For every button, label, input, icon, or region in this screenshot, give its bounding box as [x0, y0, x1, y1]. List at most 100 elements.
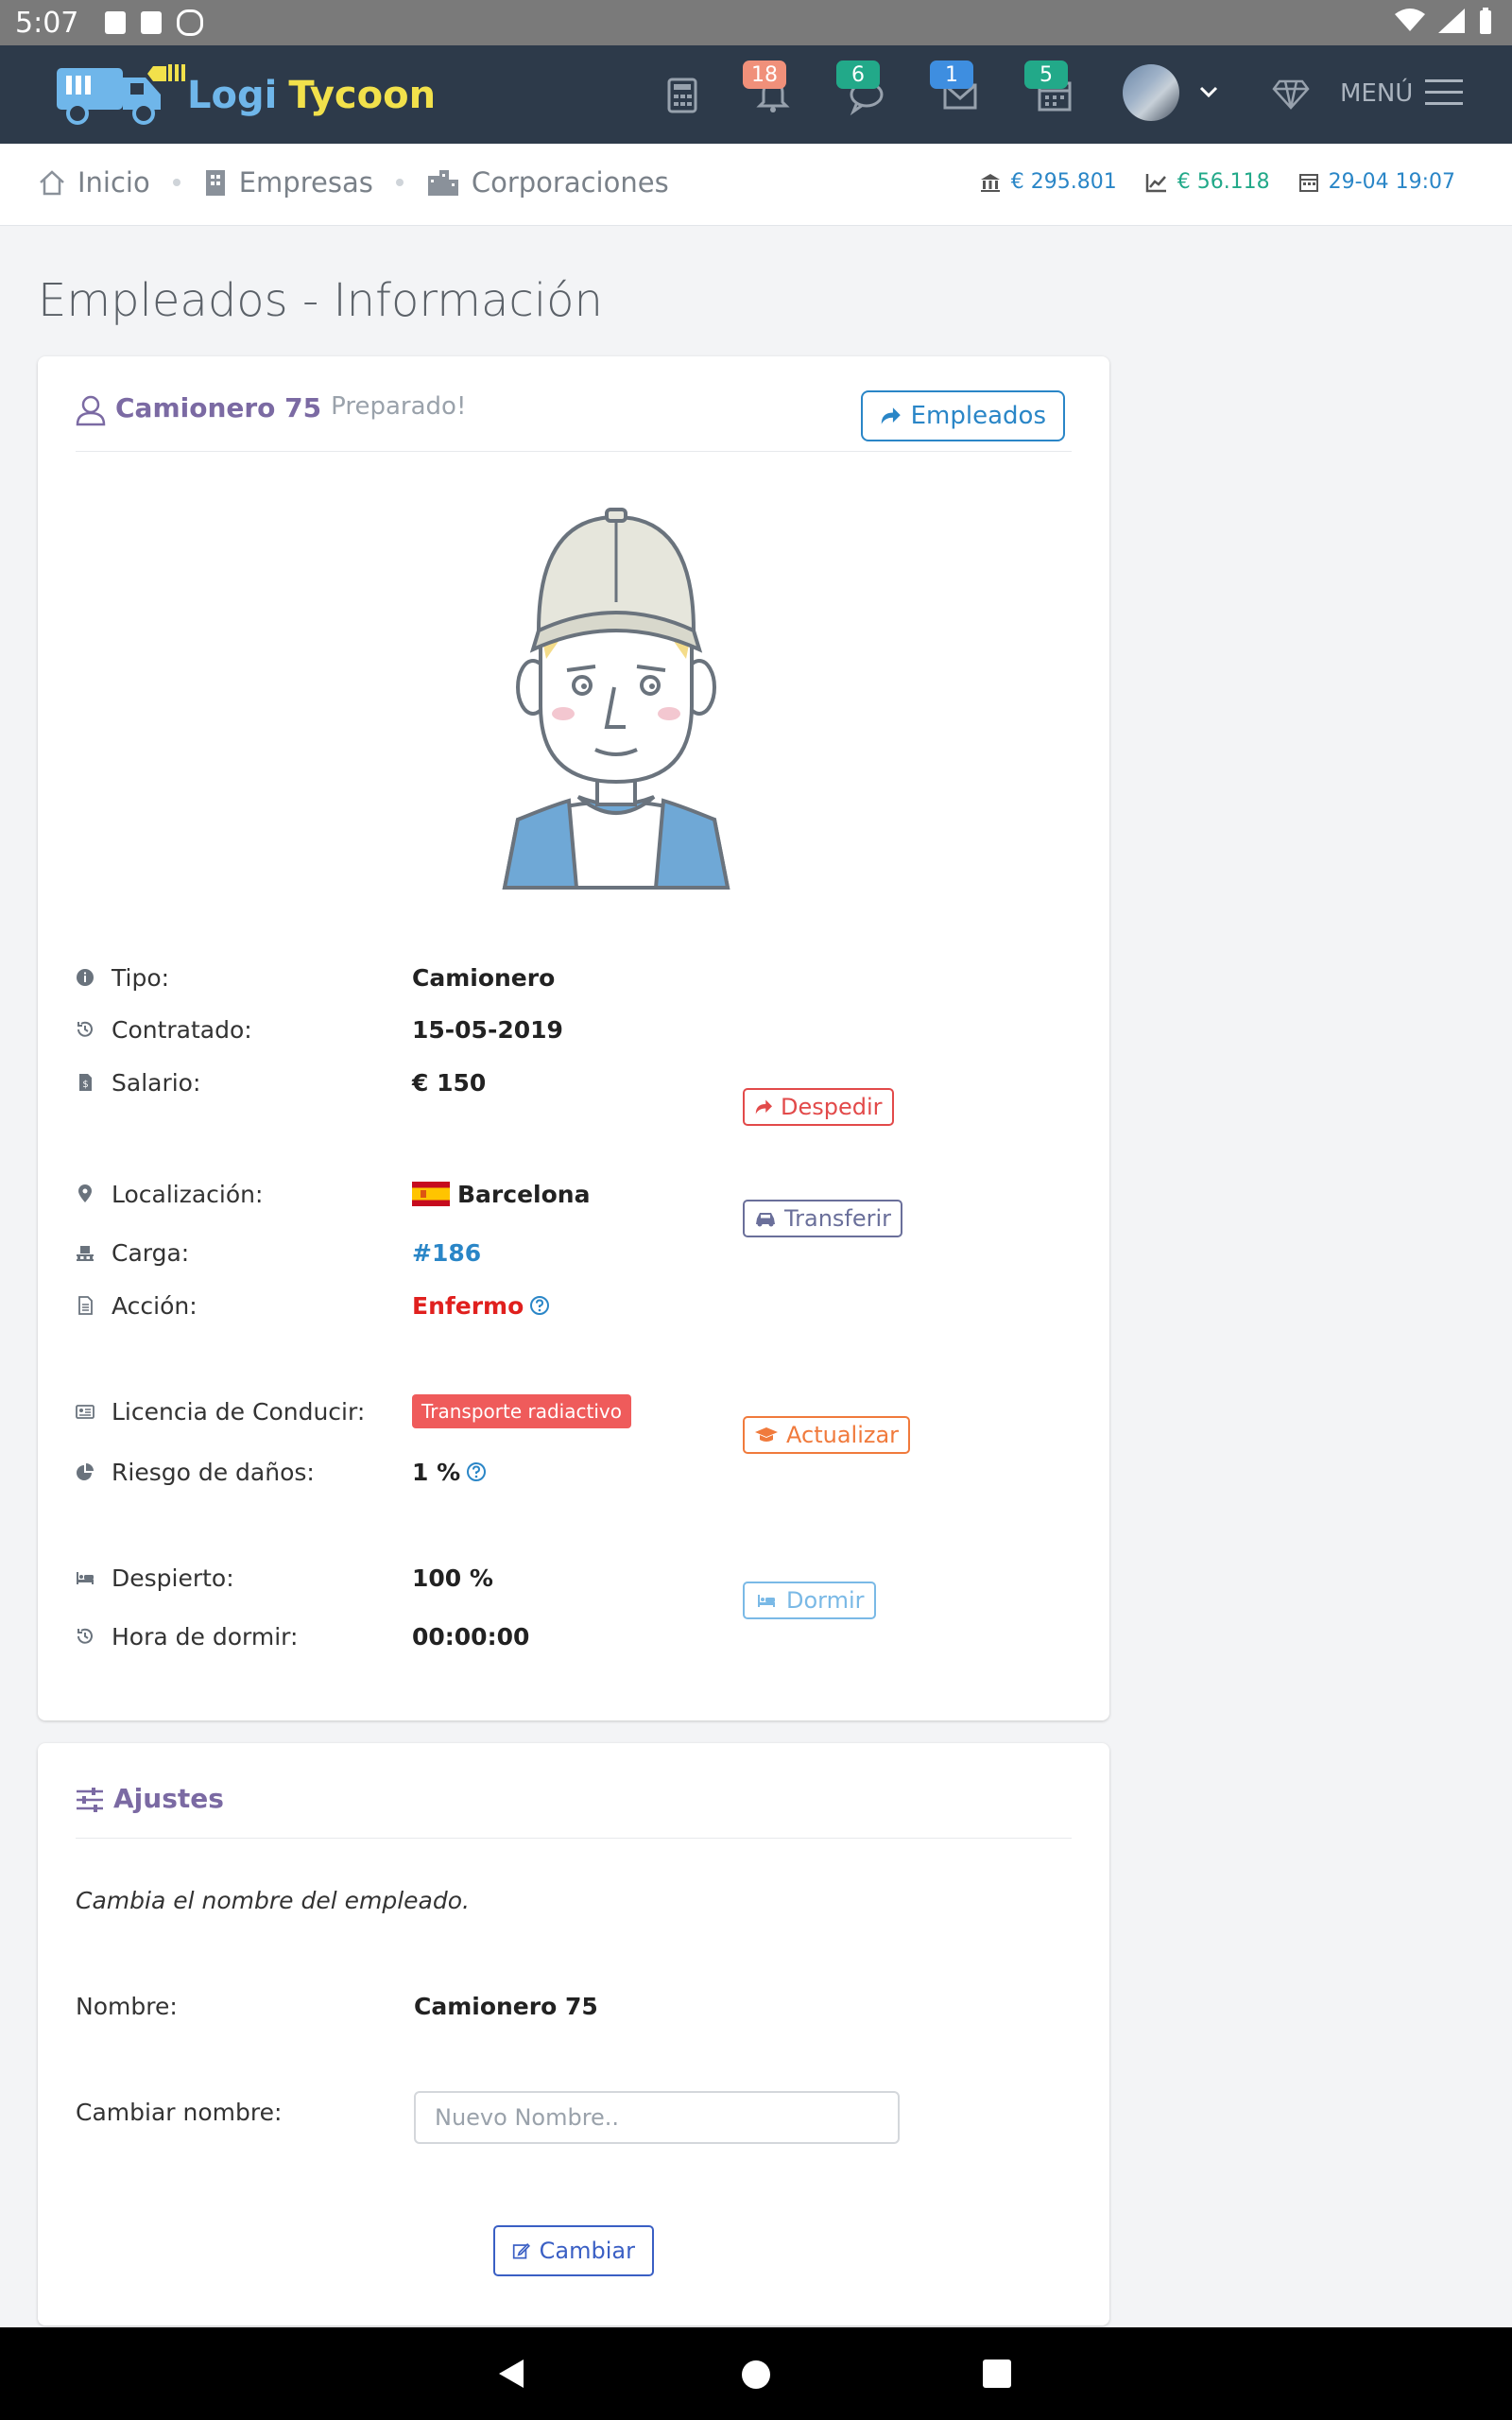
carga-label: Carga:: [112, 1238, 190, 1267]
messages-button[interactable]: 6: [836, 60, 887, 116]
status-time: 5:07: [15, 6, 79, 40]
riesgo-label: Riesgo de daños:: [112, 1458, 315, 1486]
upgrade-license-button[interactable]: Actualizar: [743, 1416, 911, 1454]
rename-button[interactable]: Cambiar: [493, 2225, 654, 2276]
profit-value: € 56.118: [1177, 170, 1270, 194]
breadcrumb-separator: [395, 179, 404, 186]
employees-button-label: Empleados: [910, 402, 1046, 430]
breadcrumb: Inicio Empresas Corporaciones: [38, 166, 669, 199]
status-icons: [105, 9, 204, 36]
pallet-icon: [77, 1246, 94, 1261]
hora-value: 00:00:00: [412, 1622, 530, 1651]
brand-logi: Logi: [187, 74, 278, 117]
back-icon[interactable]: [495, 2358, 527, 2390]
breadcrumb-separator: [172, 179, 180, 186]
row-hora-dormir: Hora de dormir: 00:00:00: [76, 1617, 1072, 1655]
home-circle-icon[interactable]: [741, 2360, 771, 2390]
share-arrow-icon: [755, 1099, 772, 1115]
salario-label: Salario:: [112, 1068, 201, 1097]
chevron-down-icon[interactable]: [1198, 85, 1219, 100]
settings-title: Ajustes: [113, 1783, 224, 1814]
breadcrumb-label-inicio: Inicio: [77, 166, 150, 199]
truck-logo-icon: [57, 64, 185, 125]
settings-card: Ajustes Cambia el nombre del empleado. N…: [38, 1743, 1109, 2325]
home-icon: [40, 170, 64, 196]
breadcrumb-item-inicio[interactable]: Inicio: [38, 166, 150, 199]
car-icon: [756, 1213, 775, 1227]
row-salario: $ Salario: € 150: [76, 1063, 1072, 1101]
breadcrumb-label-corporaciones: Corporaciones: [471, 166, 669, 199]
nombre-value: Camionero 75: [414, 1993, 598, 2020]
diamond-icon[interactable]: [1272, 78, 1310, 112]
cambiar-nombre-label: Cambiar nombre:: [76, 2099, 283, 2126]
accion-label: Acción:: [112, 1291, 198, 1320]
graduation-cap-icon: [755, 1427, 778, 1442]
breadcrumb-item-corporaciones[interactable]: Corporaciones: [426, 166, 669, 199]
bed-icon: [77, 1572, 94, 1584]
transfer-button[interactable]: Transferir: [743, 1200, 903, 1237]
bank-icon: [980, 173, 1000, 192]
help-circle-icon[interactable]: [466, 1461, 487, 1482]
game-datetime: 29-04 19:07: [1298, 170, 1455, 194]
recents-icon[interactable]: [983, 2360, 1011, 2388]
upgrade-license-label: Actualizar: [786, 1422, 900, 1448]
building-icon: [205, 170, 225, 196]
tipo-value: Camionero: [412, 963, 556, 992]
wifi-icon: [1395, 9, 1425, 31]
page-title: Empleados - Información: [38, 274, 603, 327]
bank-balance-value: € 295.801: [1010, 170, 1117, 194]
share-arrow-icon: [881, 407, 901, 424]
sleep-button[interactable]: Dormir: [743, 1582, 876, 1619]
user-avatar[interactable]: [1123, 64, 1179, 121]
license-badge: Transporte radiactivo: [412, 1394, 631, 1428]
cargo-link[interactable]: #186: [412, 1239, 481, 1267]
status-right-icons: [1395, 8, 1493, 34]
row-despierto: Despierto: 100 %: [76, 1559, 1072, 1597]
sleep-label: Dormir: [786, 1587, 865, 1614]
calendar-icon: [1298, 173, 1318, 192]
bed-icon: [758, 1595, 775, 1607]
tipo-label: Tipo:: [112, 963, 170, 992]
row-riesgo: Riesgo de daños: 1 %: [76, 1453, 1072, 1491]
employee-status: Preparado!: [331, 392, 467, 421]
employees-button[interactable]: Empleados: [861, 390, 1065, 441]
spain-flag-icon: [412, 1182, 450, 1206]
row-carga: Carga: #186: [76, 1234, 1072, 1271]
android-nav-bar: [0, 2327, 1512, 2420]
breadcrumb-item-empresas[interactable]: Empresas: [203, 166, 373, 199]
hamburger-menu-icon[interactable]: [1425, 79, 1463, 108]
sync-icon: [177, 9, 204, 36]
map-marker-icon: [78, 1184, 92, 1202]
contratado-value: 15-05-2019: [412, 1015, 563, 1044]
row-localizacion: Localización: Barcelona: [76, 1175, 1072, 1213]
user-icon: [76, 395, 106, 426]
settings-description: Cambia el nombre del empleado.: [76, 1887, 470, 1914]
row-licencia: Licencia de Conducir: Transporte radiact…: [76, 1392, 1072, 1430]
calculator-button[interactable]: [662, 74, 703, 115]
mail-badge: 1: [930, 60, 973, 89]
menu-label[interactable]: MENÚ: [1340, 79, 1413, 108]
top-navbar: Logi Tycoon 18 6 1 5 MENÚ: [0, 45, 1512, 144]
mail-button[interactable]: 1: [930, 60, 981, 115]
hora-label: Hora de dormir:: [112, 1622, 299, 1651]
svg-text:$: $: [82, 1080, 88, 1090]
notifications-button[interactable]: 18: [743, 60, 794, 115]
history-icon: [77, 1628, 93, 1644]
profit-value-group[interactable]: € 56.118: [1145, 170, 1270, 194]
help-circle-icon[interactable]: [529, 1295, 550, 1316]
settings-card-header: Ajustes: [76, 1783, 1072, 1839]
logo[interactable]: Logi Tycoon: [55, 62, 436, 129]
breadcrumb-bar: Inicio Empresas Corporaciones € 295.801 …: [0, 144, 1512, 226]
calendar-button[interactable]: 5: [1024, 60, 1075, 115]
bank-balance[interactable]: € 295.801: [979, 170, 1117, 194]
row-accion: Acción: Enfermo: [76, 1287, 1072, 1324]
new-name-input[interactable]: [414, 2091, 900, 2144]
employee-info-card: Camionero 75 Preparado! Empleados Tipo: …: [38, 356, 1109, 1720]
contratado-label: Contratado:: [112, 1015, 252, 1044]
city-icon: [427, 170, 458, 196]
fire-employee-button[interactable]: Despedir: [743, 1088, 894, 1126]
edit-icon: [512, 2243, 530, 2259]
fire-employee-label: Despedir: [781, 1094, 883, 1120]
brand-tycoon: Tycoon: [288, 74, 437, 117]
riesgo-value: 1 %: [412, 1458, 461, 1486]
